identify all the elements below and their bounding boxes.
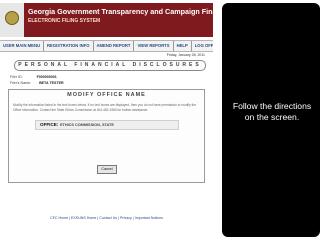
office-value: ETHICS COMMISSION, STATE	[60, 123, 114, 127]
office-label: OFFICE:	[40, 122, 59, 127]
main-nav: USER MAIN MENU REGISTRATION INFO AMEND R…	[0, 40, 213, 52]
date-text: Friday, January 28, 2011	[166, 53, 205, 57]
office-field: OFFICE: ETHICS COMMISSION, STATE	[35, 120, 179, 130]
nav-registration-info[interactable]: REGISTRATION INFO	[44, 41, 94, 51]
modify-office-title: MODIFY OFFICE NAME	[67, 92, 146, 98]
state-seal-logo	[5, 11, 19, 25]
filer-id-value: F000000001	[36, 75, 57, 79]
nav-user-main-menu[interactable]: USER MAIN MENU	[0, 41, 44, 51]
modify-office-card: MODIFY OFFICE NAME Modify the informatio…	[8, 89, 205, 183]
filer-name-label: Filer's Name:	[10, 81, 32, 85]
nav-amend-report[interactable]: AMEND REPORT	[94, 41, 135, 51]
filer-id-label: Filer ID:	[10, 75, 23, 79]
header-banner: Georgia Government Transparency and Camp…	[0, 3, 213, 37]
nav-log-off[interactable]: LOG OFF	[192, 41, 213, 51]
nav-help[interactable]: HELP	[174, 41, 192, 51]
banner-subtitle: ELECTRONIC FILING SYSTEM	[28, 18, 101, 24]
instruction-panel: Follow the directions on the screen.	[222, 3, 320, 237]
footer-links[interactable]: CFC Home | EXSUNS Home | Contact Us | Pr…	[0, 216, 213, 220]
pfd-header-box: PERSONAL FINANCIAL DISCLOSURES	[14, 60, 206, 71]
instruction-text: Follow the directions on the screen.	[232, 101, 312, 122]
screenshot-panel: Georgia Government Transparency and Camp…	[0, 3, 213, 233]
cancel-button[interactable]: Cancel	[97, 165, 117, 174]
banner-title: Georgia Government Transparency and Camp…	[28, 7, 213, 16]
modify-office-instructions: Modify the information listed in the tex…	[13, 103, 197, 112]
nav-view-reports[interactable]: VIEW REPORTS	[134, 41, 174, 51]
pfd-header: PERSONAL FINANCIAL DISCLOSURES	[18, 62, 202, 68]
filer-name-row: Filer's Name: BETA TESTER	[10, 81, 64, 85]
filer-id-row: Filer ID: F000000001	[10, 75, 57, 79]
filer-name-value: BETA TESTER	[39, 81, 64, 85]
